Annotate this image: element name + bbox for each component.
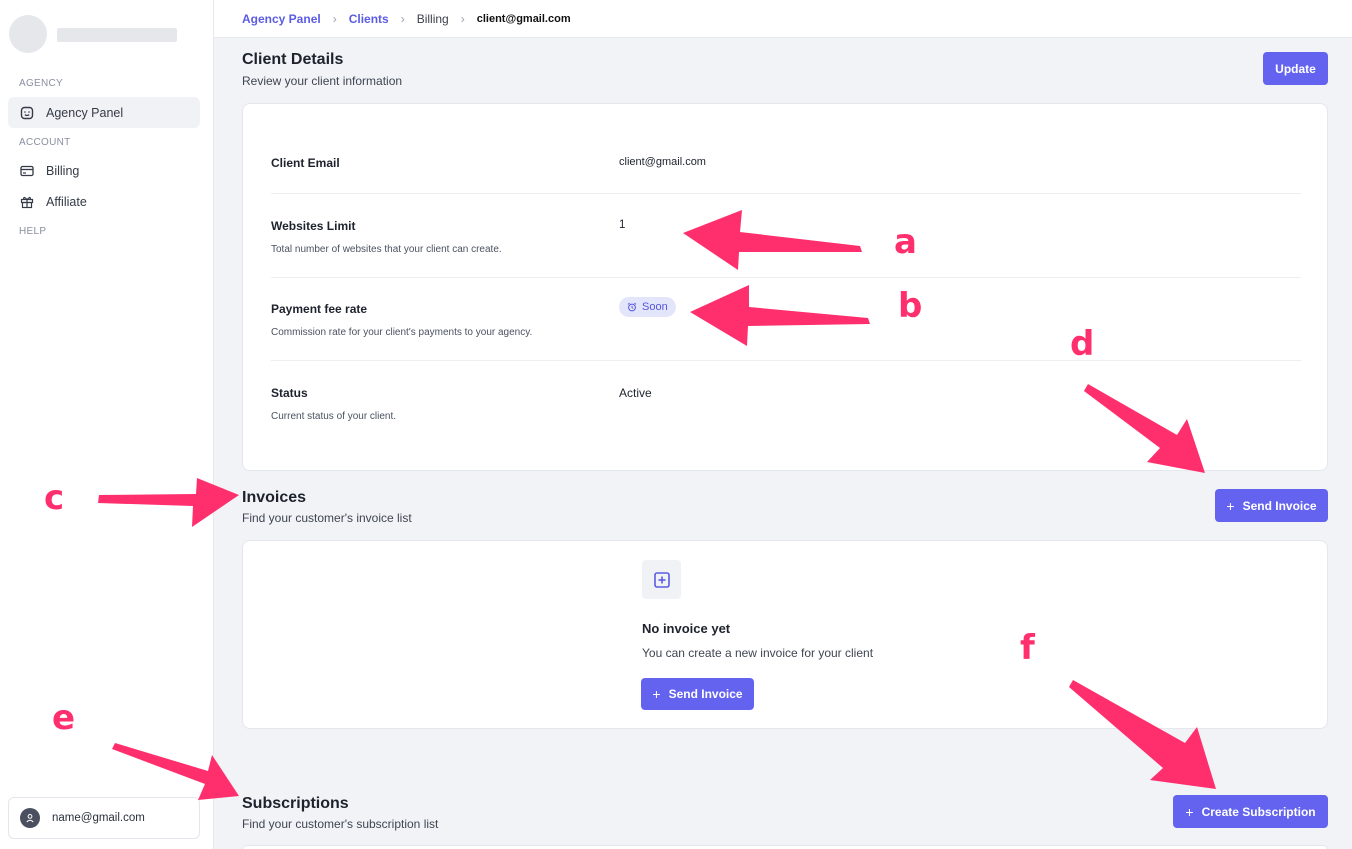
annotation-label-d: d [1070,324,1095,364]
annotation-label-f: f [1020,628,1035,668]
row-value: client@gmail.com [619,156,706,168]
annotation-label-c: c [44,478,65,518]
sidebar-item-label: Agency Panel [46,105,124,120]
gift-icon [19,194,34,209]
row-label: Client Email [271,156,340,170]
breadcrumb: Agency Panel › Clients › Billing › clien… [214,0,1352,38]
create-subscription-button[interactable]: + Create Subscription [1173,795,1328,828]
plus-icon: + [1185,803,1194,820]
row-value: Active [619,386,652,400]
subscriptions-title: Subscriptions [242,795,349,812]
chevron-right-icon: › [460,11,465,26]
agency-name-placeholder [57,28,177,42]
update-button[interactable]: Update [1263,52,1328,85]
add-square-icon [642,560,681,599]
row-label: Websites Limit [271,219,356,233]
user-email: name@gmail.com [52,812,145,824]
smile-square-icon [19,105,34,120]
row-desc: Current status of your client. [271,411,397,422]
invoices-title: Invoices [242,489,307,506]
plus-icon: + [1226,497,1235,514]
sidebar-section-account: ACCOUNT [19,137,71,148]
client-details-subtitle: Review your client information [242,74,403,88]
sidebar-item-affiliate[interactable]: Affiliate [8,186,200,217]
sidebar-section-help: HELP [19,226,47,237]
user-icon [20,808,40,828]
agency-avatar[interactable] [9,15,47,53]
row-label: Status [271,386,308,400]
annotation-label-a: a [894,222,917,262]
sidebar-item-billing[interactable]: Billing [8,155,200,186]
empty-send-invoice-button[interactable]: + Send Invoice [641,678,754,710]
create-subscription-label: Create Subscription [1201,804,1316,819]
status-badge: Soon [619,297,676,317]
row-desc: Commission rate for your client's paymen… [271,327,533,338]
credit-card-icon [19,163,34,178]
sidebar-item-label: Billing [46,163,80,178]
subscriptions-card [242,845,1328,849]
sidebar-help-item-clipped [19,253,99,257]
row-desc: Total number of websites that your clien… [271,244,502,255]
divider [271,277,1301,278]
client-details-title: Client Details [242,51,344,68]
sidebar-section-agency: AGENCY [19,78,64,89]
chevron-right-icon: › [400,11,405,26]
chevron-right-icon: › [332,11,337,26]
user-menu[interactable]: name@gmail.com [8,797,200,839]
annotation-label-e: e [52,698,76,738]
row-value: 1 [619,219,626,231]
annotation-label-b: b [898,286,923,326]
invoices-subtitle: Find your customer's invoice list [242,511,412,525]
breadcrumb-billing[interactable]: Billing [417,12,449,26]
divider [271,360,1301,361]
row-label: Payment fee rate [271,302,368,316]
sidebar-item-label: Affiliate [46,194,87,209]
subscriptions-subtitle: Find your customer's subscription list [242,817,439,831]
breadcrumb-agency-panel[interactable]: Agency Panel [242,12,321,26]
alarm-clock-icon [627,302,637,312]
breadcrumb-clients[interactable]: Clients [349,12,389,26]
invoices-card: No invoice yet You can create a new invo… [242,540,1328,729]
send-invoice-button[interactable]: + Send Invoice [1215,489,1328,522]
sidebar: AGENCY Agency Panel ACCOUNT Billing Affi… [0,0,214,849]
empty-state-description: You can create a new invoice for your cl… [642,646,874,660]
breadcrumb-current: client@gmail.com [476,12,571,25]
plus-icon: + [652,686,661,702]
divider [271,193,1301,194]
sidebar-item-agency-panel[interactable]: Agency Panel [8,97,200,128]
send-invoice-label: Send Invoice [1242,498,1317,513]
client-details-card: Client Email client@gmail.com Websites L… [242,103,1328,471]
empty-state-title: No invoice yet [642,621,731,636]
send-invoice-label: Send Invoice [668,687,743,701]
badge-label: Soon [642,301,668,313]
